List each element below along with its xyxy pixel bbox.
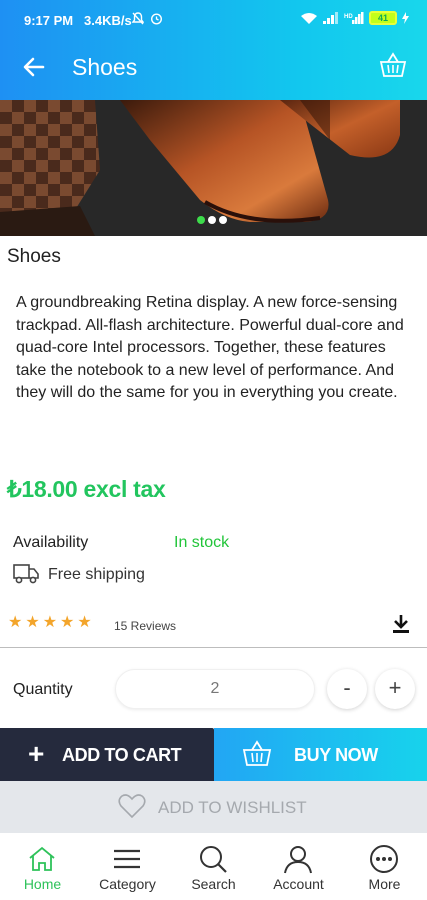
availability-label: Availability bbox=[13, 534, 89, 551]
more-icon bbox=[370, 845, 398, 873]
home-icon bbox=[29, 846, 55, 871]
network-speed: 3.4KB/s bbox=[84, 13, 132, 28]
star-icon: ★ bbox=[77, 614, 92, 631]
bottom-navigation: Home Category Search Account More bbox=[0, 836, 427, 900]
nav-label-category: Category bbox=[99, 876, 156, 892]
menu-icon bbox=[114, 849, 140, 869]
free-shipping-label: Free shipping bbox=[48, 566, 145, 583]
status-bar: 9:17 PM 3.4KB/s HD 41 bbox=[0, 0, 427, 40]
quantity-label: Quantity bbox=[13, 681, 73, 698]
search-icon bbox=[200, 846, 227, 873]
signal-icon-2: HD bbox=[344, 12, 364, 24]
arrow-left-icon[interactable] bbox=[22, 55, 46, 79]
nav-item-more[interactable]: More bbox=[342, 836, 427, 900]
svg-text:HD: HD bbox=[344, 14, 353, 20]
star-icon: ★ bbox=[42, 614, 58, 631]
quantity-input[interactable]: 2 bbox=[115, 669, 315, 709]
toolbar: Shoes bbox=[0, 48, 427, 88]
divider bbox=[0, 647, 427, 648]
quantity-increase-button[interactable]: + bbox=[375, 669, 415, 709]
charging-icon bbox=[402, 12, 409, 24]
quantity-decrease-button[interactable]: - bbox=[327, 669, 367, 709]
nav-label-account: Account bbox=[273, 876, 324, 892]
mute-icon bbox=[132, 12, 144, 25]
star-icon: ★ bbox=[60, 614, 75, 631]
add-to-cart-label: ADD TO CART bbox=[62, 745, 182, 765]
status-notification-icons bbox=[132, 12, 163, 25]
basket-icon bbox=[242, 740, 272, 766]
nav-label-home: Home bbox=[23, 876, 62, 892]
nav-item-account[interactable]: Account bbox=[256, 836, 341, 900]
carousel-dot[interactable] bbox=[208, 216, 216, 224]
nav-label-more: More bbox=[368, 876, 401, 892]
alarm-icon bbox=[150, 13, 163, 25]
nav-item-search[interactable]: Search bbox=[171, 836, 256, 900]
reviews-count[interactable]: 15 Reviews bbox=[114, 619, 176, 633]
account-icon bbox=[284, 846, 312, 874]
nav-item-home[interactable]: Home bbox=[0, 836, 85, 900]
product-price: ₺18.00 excl tax bbox=[7, 476, 166, 502]
star-icon: ★ bbox=[8, 614, 23, 631]
status-system-icons: HD 41 bbox=[300, 11, 409, 25]
product-name: Shoes bbox=[7, 246, 61, 267]
status-time: 9:17 PM bbox=[24, 13, 74, 28]
buy-now-button[interactable]: BUY NOW bbox=[214, 728, 427, 781]
nav-item-category[interactable]: Category bbox=[85, 836, 170, 900]
add-to-cart-button[interactable]: + ADD TO CART bbox=[0, 728, 214, 781]
app-header: 9:17 PM 3.4KB/s HD 41 Shoes bbox=[0, 0, 427, 100]
add-to-wishlist-button[interactable]: ADD TO WISHLIST bbox=[0, 781, 427, 833]
add-to-wishlist-label: ADD TO WISHLIST bbox=[158, 798, 307, 817]
truck-icon bbox=[13, 564, 39, 584]
plus-icon: + bbox=[28, 738, 45, 769]
carousel-indicators bbox=[197, 216, 227, 224]
wifi-icon bbox=[301, 12, 317, 24]
product-description: A groundbreaking Retina display. A new f… bbox=[16, 294, 404, 402]
page-title: Shoes bbox=[72, 54, 138, 80]
rating-stars: ★ ★ ★ ★ ★ bbox=[8, 615, 92, 631]
download-icon[interactable] bbox=[391, 613, 411, 635]
battery-indicator: 41 bbox=[369, 11, 397, 25]
heart-icon bbox=[118, 794, 146, 819]
availability-status: In stock bbox=[174, 534, 230, 551]
basket-icon[interactable] bbox=[379, 52, 407, 78]
carousel-dot[interactable] bbox=[219, 216, 227, 224]
star-icon: ★ bbox=[25, 614, 40, 631]
signal-icon bbox=[323, 12, 338, 24]
buy-now-label: BUY NOW bbox=[294, 745, 378, 765]
nav-label-search: Search bbox=[191, 876, 236, 892]
carousel-dot-active[interactable] bbox=[197, 216, 205, 224]
